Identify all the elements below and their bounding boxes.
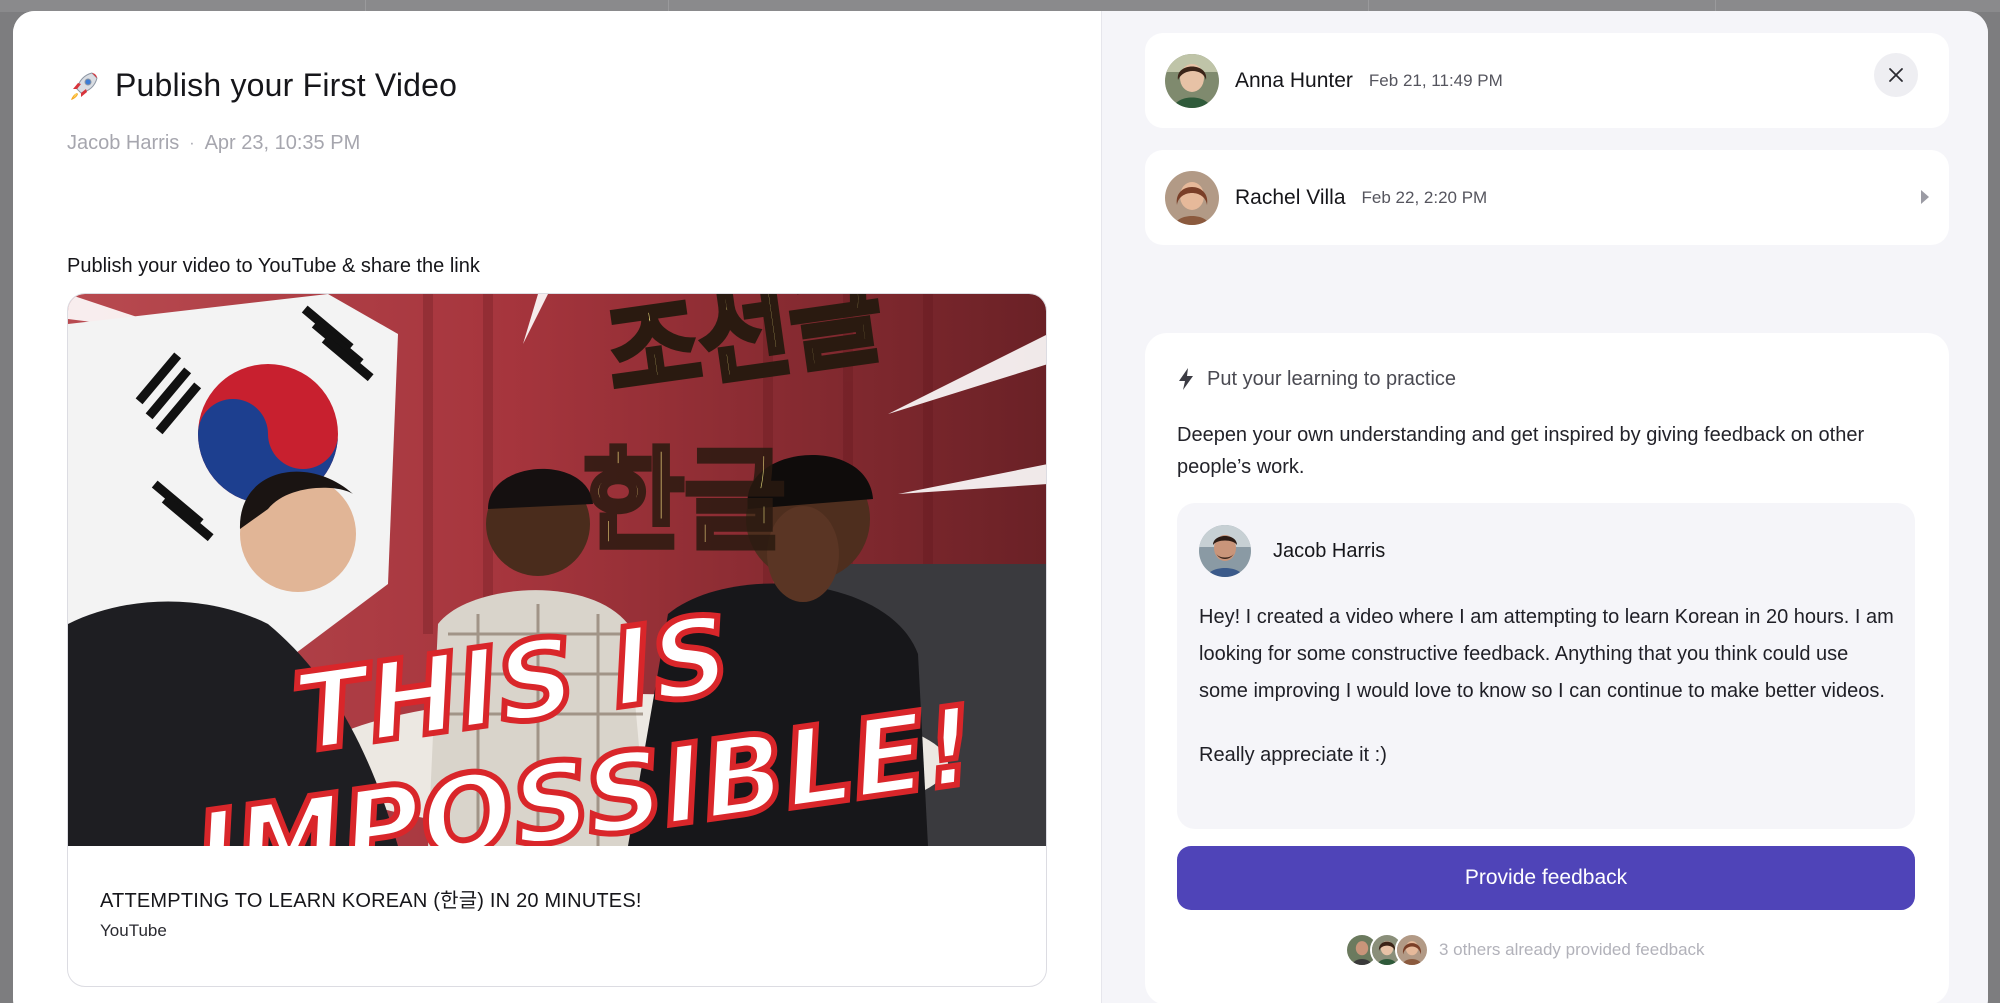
feedback-request-post: Jacob Harris Hey! I created a video wher…	[1177, 503, 1915, 829]
meta-separator: ·	[189, 134, 195, 152]
feedback-pane: Anna Hunter Feb 21, 11:49 PM Rachel Vill…	[1101, 11, 1988, 1003]
video-link-card[interactable]: 조선글 한글 THIS IS IMPOSSIBLE! ATTEMPTING TO…	[67, 293, 1047, 987]
practice-heading: Put your learning to practice	[1207, 367, 1457, 390]
task-title-row: Publish your First Video	[67, 67, 457, 104]
others-feedback-row: 3 others already provided feedback	[1345, 933, 1705, 967]
post-paragraph: Hey! I created a video where I am attemp…	[1199, 606, 1894, 702]
avatar	[1395, 933, 1429, 967]
task-instruction: Publish your video to YouTube & share th…	[67, 255, 480, 277]
avatar	[1165, 170, 1219, 225]
practice-panel: Put your learning to practice Deepen you…	[1145, 333, 1949, 1003]
close-button[interactable]	[1874, 53, 1918, 97]
thumb-korean-bottom: 한글	[583, 437, 785, 565]
provide-feedback-button[interactable]: Provide feedback	[1177, 846, 1915, 910]
submission-date: Feb 22, 2:20 PM	[1361, 187, 1488, 207]
practice-heading-row: Put your learning to practice	[1177, 367, 1456, 391]
post-author-name[interactable]: Jacob Harris	[1273, 540, 1385, 563]
post-paragraph: Really appreciate it :)	[1199, 744, 1387, 766]
video-source: YouTube	[100, 921, 167, 940]
video-thumbnail[interactable]: 조선글 한글 THIS IS IMPOSSIBLE!	[68, 294, 1047, 846]
task-title: Publish your First Video	[115, 67, 458, 103]
submission-author[interactable]: Anna Hunter	[1235, 69, 1353, 93]
task-meta: Jacob Harris · Apr 23, 10:35 PM	[67, 132, 360, 155]
practice-description: Deepen your own understanding and get in…	[1177, 424, 1865, 478]
post-author-row: Jacob Harris	[1199, 525, 1385, 577]
lightning-icon	[1179, 368, 1193, 390]
avatar	[1165, 53, 1219, 108]
video-info: ATTEMPTING TO LEARN KOREAN (한글) IN 20 MI…	[100, 884, 642, 941]
avatar	[1199, 525, 1251, 577]
chevron-right-icon[interactable]	[1919, 188, 1931, 206]
post-body: Hey! I created a video where I am attemp…	[1199, 599, 1899, 774]
submission-author[interactable]: Rachel Villa	[1235, 186, 1346, 210]
others-feedback-count: 3 others already provided feedback	[1439, 940, 1705, 959]
task-modal: Publish your First Video Jacob Harris · …	[13, 11, 1988, 1003]
video-title[interactable]: ATTEMPTING TO LEARN KOREAN (한글) IN 20 MI…	[100, 884, 642, 913]
task-detail-pane: Publish your First Video Jacob Harris · …	[13, 11, 1101, 1003]
task-author[interactable]: Jacob Harris	[67, 132, 179, 155]
avatar-stack	[1345, 933, 1429, 967]
rocket-icon	[71, 71, 98, 100]
submission-card[interactable]: Rachel Villa Feb 22, 2:20 PM	[1145, 150, 1949, 245]
close-icon	[1889, 68, 1903, 82]
submission-card[interactable]: Anna Hunter Feb 21, 11:49 PM	[1145, 33, 1949, 128]
submission-date: Feb 21, 11:49 PM	[1368, 70, 1503, 90]
task-date: Apr 23, 10:35 PM	[204, 132, 361, 154]
